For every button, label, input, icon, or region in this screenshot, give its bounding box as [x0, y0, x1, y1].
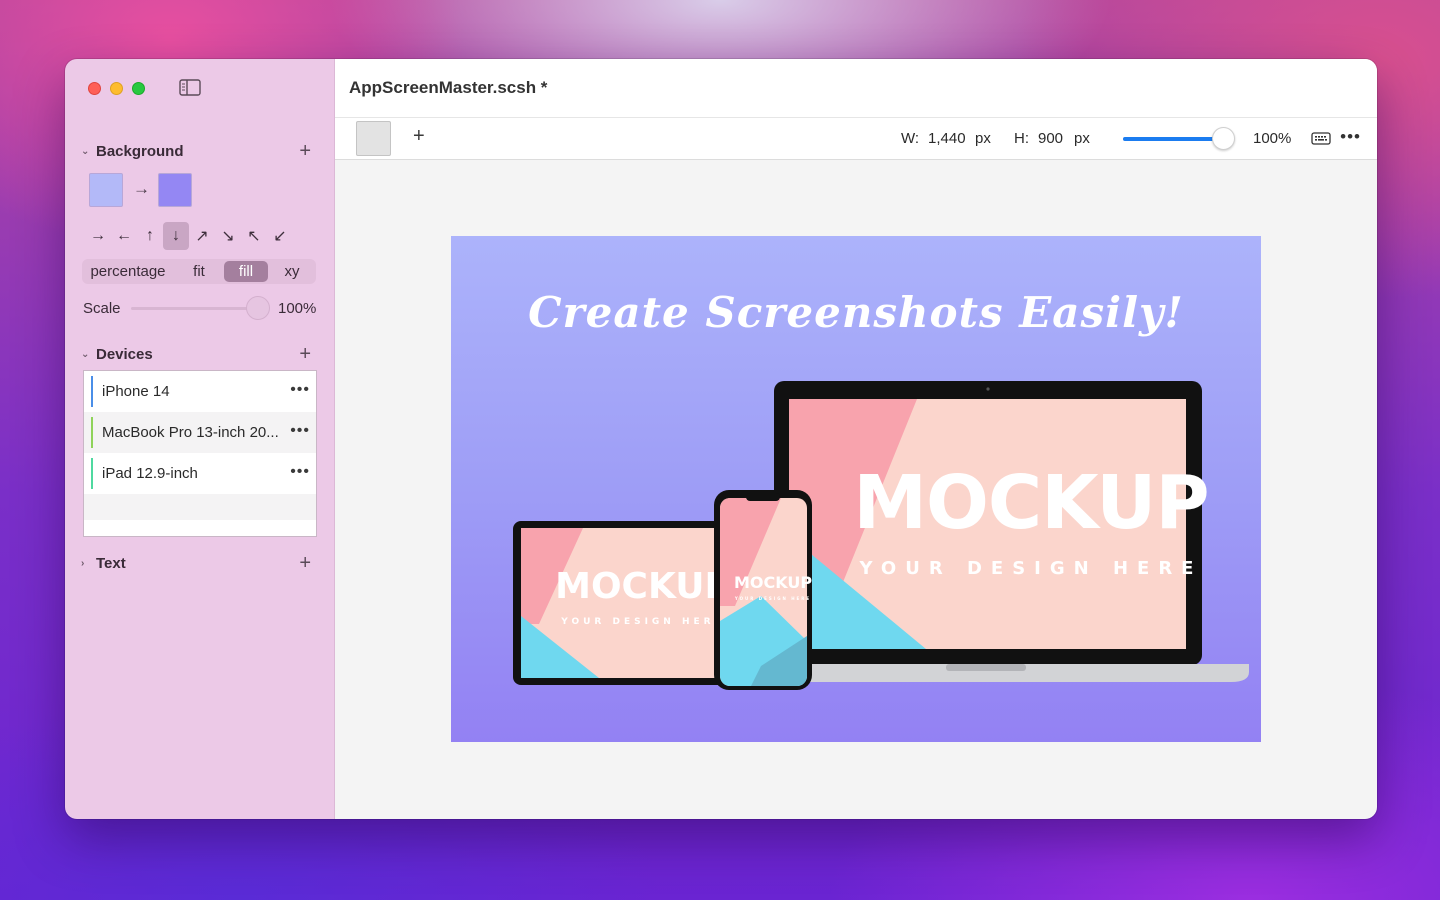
- keyboard-icon[interactable]: [1311, 130, 1331, 146]
- add-button[interactable]: +: [413, 125, 425, 148]
- device-more-icon[interactable]: •••: [290, 422, 310, 440]
- arrow-right-icon: →: [133, 179, 150, 198]
- devices-section-title: Devices: [96, 345, 153, 363]
- direction-arrow-icon[interactable]: ↖: [241, 222, 267, 250]
- scale-slider-knob[interactable]: [246, 296, 270, 320]
- height-label: H:: [1014, 130, 1029, 147]
- width-label: W:: [901, 130, 920, 147]
- text-section-title: Text: [96, 554, 126, 572]
- sidebar-toggle-icon[interactable]: [179, 79, 201, 96]
- canvas-preview[interactable]: Create Screenshots Easily! MOCKUP YOUR D…: [451, 236, 1261, 742]
- direction-arrow-icon[interactable]: →: [85, 222, 111, 250]
- ipad-mockup-title: MOCKUP: [555, 566, 731, 607]
- direction-arrow-icon[interactable]: ↙: [267, 222, 293, 250]
- iphone-mockup-title: MOCKUP: [734, 573, 812, 592]
- device-name: iPhone 14: [102, 383, 170, 400]
- iphone-mockup-subtitle: YOUR DESIGN HERE: [734, 596, 811, 601]
- device-color-indicator: [91, 376, 93, 407]
- add-text-button[interactable]: +: [299, 552, 311, 575]
- macbook-mockup-subtitle: YOUR DESIGN HERE: [859, 558, 1203, 579]
- background-mode-segmented-control: percentage fit fill xy: [82, 259, 316, 284]
- devices-section-header[interactable]: ⌄ Devices +: [81, 343, 311, 366]
- device-list-empty-row: [84, 494, 316, 520]
- app-window: ⌄ Background + → → ← ↑ ↓ ↗ ↘ ↖ ↙ percentage fit f…: [65, 59, 1377, 819]
- chevron-down-icon: ⌄: [81, 145, 90, 157]
- close-button[interactable]: [88, 82, 101, 95]
- direction-arrow-icon[interactable]: ↘: [215, 222, 241, 250]
- more-options-icon[interactable]: •••: [1340, 127, 1361, 147]
- device-name: iPad 12.9-inch: [102, 465, 198, 482]
- background-section-header[interactable]: ⌄ Background +: [81, 140, 311, 163]
- text-section-header[interactable]: › Text +: [81, 552, 311, 575]
- gradient-direction-picker: → ← ↑ ↓ ↗ ↘ ↖ ↙: [85, 222, 293, 250]
- zoom-slider-knob[interactable]: [1212, 127, 1235, 150]
- scale-value: 100%: [278, 300, 317, 317]
- canvas-color-well[interactable]: [356, 121, 391, 156]
- ipad-mockup: MOCKUP YOUR DESIGN HERE: [513, 521, 731, 685]
- mode-option-fit[interactable]: fit: [174, 261, 224, 282]
- direction-arrow-icon[interactable]: ↓: [163, 222, 189, 250]
- mode-option-percentage[interactable]: percentage: [82, 261, 174, 282]
- scale-label: Scale: [83, 300, 121, 317]
- sidebar: ⌄ Background + → → ← ↑ ↓ ↗ ↘ ↖ ↙ percentage fit f…: [65, 59, 335, 819]
- background-section-title: Background: [96, 142, 184, 160]
- chevron-down-icon: ⌄: [81, 348, 90, 360]
- chevron-right-icon: ›: [81, 557, 85, 569]
- direction-arrow-icon[interactable]: ←: [111, 222, 137, 250]
- toolbar: + W: 1,440 px H: 900 px 100% •••: [335, 118, 1377, 160]
- width-value[interactable]: 1,440: [928, 130, 966, 147]
- ipad-mockup-subtitle: YOUR DESIGN HERE: [560, 617, 724, 627]
- device-list-item[interactable]: iPad 12.9-inch •••: [84, 453, 316, 494]
- mode-option-fill[interactable]: fill: [224, 261, 268, 282]
- title-bar: AppScreenMaster.scsh *: [335, 59, 1377, 118]
- scale-slider-track[interactable]: [131, 307, 257, 310]
- iphone-mockup: MOCKUP YOUR DESIGN HERE: [714, 490, 812, 690]
- device-color-indicator: [91, 458, 93, 489]
- direction-arrow-icon[interactable]: ↗: [189, 222, 215, 250]
- add-device-button[interactable]: +: [299, 343, 311, 366]
- zoom-slider-fill: [1123, 137, 1225, 141]
- add-background-button[interactable]: +: [299, 140, 311, 163]
- device-more-icon[interactable]: •••: [290, 381, 310, 399]
- document-title: AppScreenMaster.scsh *: [349, 78, 548, 97]
- height-value[interactable]: 900: [1038, 130, 1063, 147]
- window-controls: [88, 82, 145, 95]
- device-list: iPhone 14 ••• MacBook Pro 13-inch 20... •••…: [83, 370, 317, 537]
- minimize-button[interactable]: [110, 82, 123, 95]
- device-more-icon[interactable]: •••: [290, 463, 310, 481]
- device-mockup-illustration[interactable]: MOCKUP YOUR DESIGN HERE MOCKUP YOUR DESI…: [451, 236, 1261, 742]
- gradient-end-swatch[interactable]: [158, 173, 192, 207]
- gradient-start-swatch[interactable]: [89, 173, 123, 207]
- direction-arrow-icon[interactable]: ↑: [137, 222, 163, 250]
- mode-option-xy[interactable]: xy: [268, 261, 316, 282]
- device-list-item[interactable]: iPhone 14 •••: [84, 371, 316, 412]
- device-list-item[interactable]: MacBook Pro 13-inch 20... •••: [84, 412, 316, 453]
- width-unit: px: [975, 130, 991, 147]
- main-area: AppScreenMaster.scsh * + W: 1,440 px H: …: [335, 59, 1377, 819]
- device-color-indicator: [91, 417, 93, 448]
- device-name: MacBook Pro 13-inch 20...: [102, 424, 279, 441]
- height-unit: px: [1074, 130, 1090, 147]
- macbook-mockup-title: MOCKUP: [853, 460, 1208, 546]
- zoom-button[interactable]: [132, 82, 145, 95]
- zoom-value: 100%: [1253, 130, 1292, 147]
- macbook-mockup: MOCKUP YOUR DESIGN HERE: [751, 381, 1249, 682]
